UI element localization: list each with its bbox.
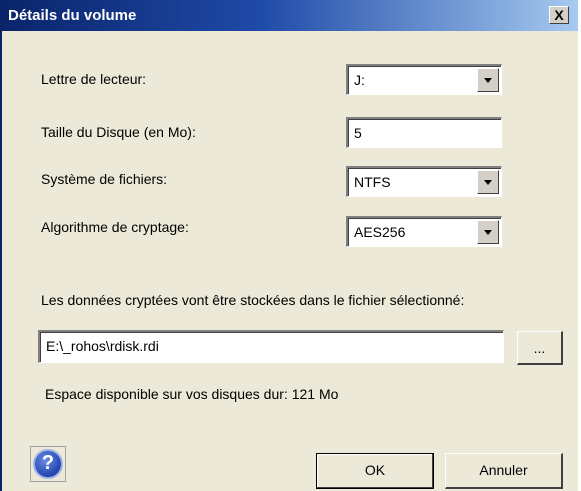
disk-size-value: 5 xyxy=(354,125,362,141)
help-icon[interactable]: ? xyxy=(33,449,63,479)
window-left-border xyxy=(0,0,2,491)
algorithm-dropdown[interactable]: AES256 xyxy=(346,216,502,247)
algorithm-value: AES256 xyxy=(354,224,406,240)
filesystem-label: Système de fichiers: xyxy=(41,171,168,187)
ok-button[interactable]: OK xyxy=(316,453,434,489)
file-path-value: E:\_rohos\rdisk.rdi xyxy=(46,338,159,354)
ok-button-label: OK xyxy=(364,462,386,478)
cancel-button[interactable]: Annuler xyxy=(445,453,563,489)
filesystem-value: NTFS xyxy=(354,174,391,190)
drive-letter-dropdown[interactable]: J: xyxy=(346,64,502,95)
disk-size-label: Taille du Disque (en Mo): xyxy=(41,124,196,140)
filesystem-dropdown[interactable]: NTFS xyxy=(346,166,502,197)
available-space-text: Espace disponible sur vos disques dur: 1… xyxy=(45,386,339,402)
file-path-input[interactable]: E:\_rohos\rdisk.rdi xyxy=(38,330,504,363)
close-icon: X xyxy=(554,7,564,23)
drive-letter-value: J: xyxy=(354,72,365,88)
cancel-button-label: Annuler xyxy=(479,462,528,478)
browse-button-label: ... xyxy=(533,340,546,356)
window-title: Détails du volume xyxy=(8,7,137,24)
disk-size-input[interactable]: 5 xyxy=(346,117,502,148)
help-icon-label: ? xyxy=(41,452,55,474)
chevron-down-icon[interactable] xyxy=(477,170,499,194)
browse-button[interactable]: ... xyxy=(517,331,563,365)
storage-info-text: Les données cryptées vont être stockées … xyxy=(41,292,465,308)
dialog-window: Détails du volume X Lettre de lecteur: J… xyxy=(0,0,578,491)
title-bar[interactable]: Détails du volume X xyxy=(0,0,578,31)
algorithm-label: Algorithme de cryptage: xyxy=(41,219,189,235)
drive-letter-label: Lettre de lecteur: xyxy=(41,71,147,87)
chevron-down-icon[interactable] xyxy=(477,68,499,92)
chevron-down-icon[interactable] xyxy=(477,220,499,244)
close-button[interactable]: X xyxy=(549,6,569,24)
